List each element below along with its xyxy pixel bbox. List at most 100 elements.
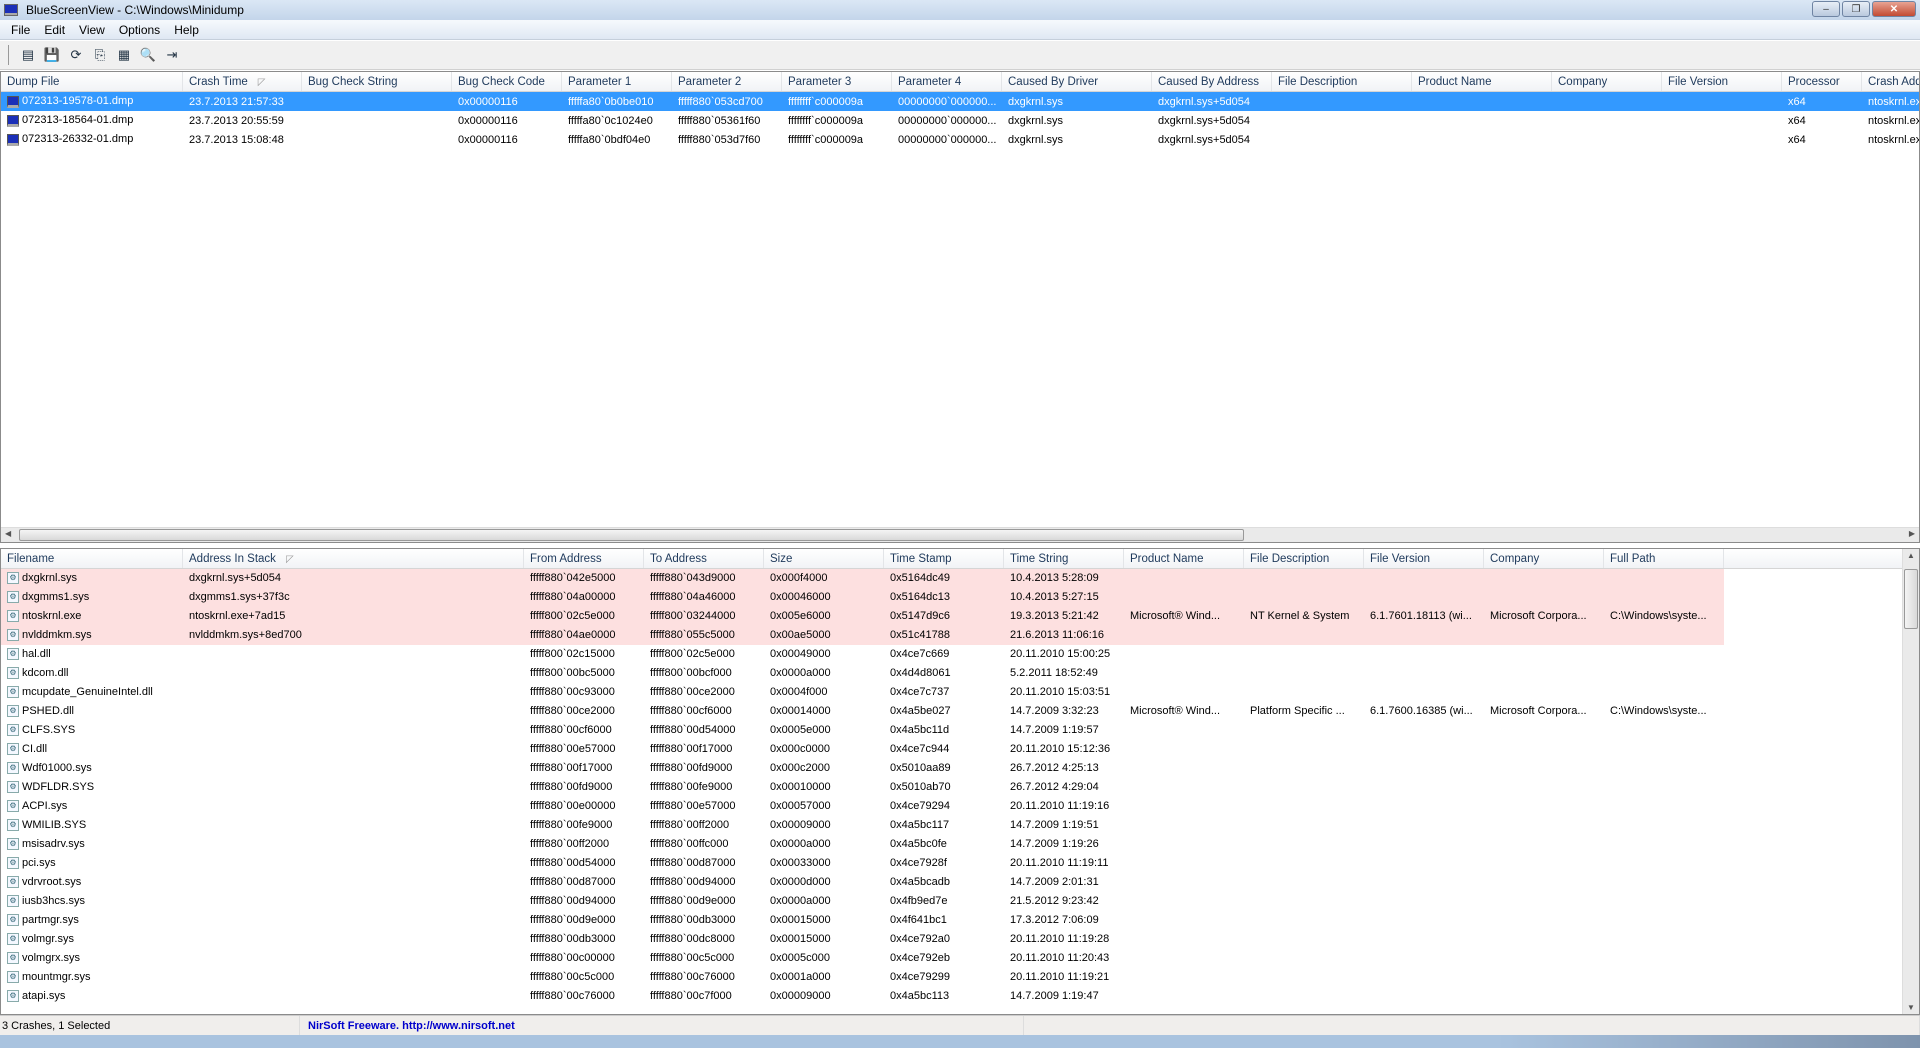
cell [1364, 626, 1484, 645]
crash-row[interactable]: 072313-26332-01.dmp 23.7.2013 15:08:48 0x0… [1, 130, 1919, 149]
html-report-icon[interactable]: ▦ [115, 46, 133, 64]
column-header-parameter-1[interactable]: Parameter 1 [562, 72, 672, 91]
cell: fffff880`053cd700 [672, 96, 782, 108]
scroll-left-icon[interactable]: ◀ [5, 529, 11, 538]
column-header-parameter-3[interactable]: Parameter 3 [782, 72, 892, 91]
module-row[interactable]: ⚙ msisadrv.sys fffff880`00ff2000 fffff880`0… [1, 835, 1919, 854]
menu-edit[interactable]: Edit [37, 23, 72, 37]
column-header-product-name[interactable]: Product Name [1124, 549, 1244, 568]
cell [1364, 645, 1484, 664]
crash-row[interactable]: 072313-19578-01.dmp 23.7.2013 21:57:33 0x0… [1, 92, 1919, 111]
cell-text: 14.7.2009 1:19:47 [1010, 990, 1099, 1002]
module-row[interactable]: ⚙ volmgrx.sys fffff880`00c00000 fffff880`00… [1, 949, 1919, 968]
close-button[interactable]: ✕ [1872, 1, 1916, 17]
horizontal-scrollbar[interactable]: ◀ ▶ [1, 527, 1919, 542]
column-header-to-address[interactable]: To Address [644, 549, 764, 568]
module-row[interactable]: ⚙ vdrvroot.sys fffff880`00d87000 fffff880`0… [1, 873, 1919, 892]
cell-text: fffff800`02c5e000 [530, 610, 615, 622]
module-row[interactable]: ⚙ mcupdate_GenuineIntel.dll fffff880`00c93… [1, 683, 1919, 702]
column-header-company[interactable]: Company [1484, 549, 1604, 568]
minimize-button[interactable]: – [1812, 1, 1840, 17]
crash-row[interactable]: 072313-18564-01.dmp 23.7.2013 20:55:59 0x0… [1, 111, 1919, 130]
module-row[interactable]: ⚙ PSHED.dll fffff880`00ce2000 fffff880`00cf… [1, 702, 1919, 721]
column-header-label: Bug Check Code [458, 76, 545, 88]
find-icon[interactable]: 🔍 [139, 46, 157, 64]
menu-help[interactable]: Help [167, 23, 206, 37]
module-row[interactable]: ⚙ dxgkrnl.sys dxgkrnl.sys+5d054 fffff880`04… [1, 569, 1919, 588]
column-header-file-version[interactable]: File Version [1662, 72, 1782, 91]
cell [183, 968, 524, 987]
cell [1484, 835, 1604, 854]
column-header-crash-address[interactable]: Crash Address [1862, 72, 1919, 91]
scrollbar-thumb[interactable] [19, 529, 1244, 541]
column-header-size[interactable]: Size [764, 549, 884, 568]
module-row[interactable]: ⚙ ACPI.sys fffff880`00e00000 fffff880`00e57… [1, 797, 1919, 816]
module-row[interactable]: ⚙ mountmgr.sys fffff880`00c5c000 fffff880`0… [1, 968, 1919, 987]
menu-file[interactable]: File [4, 23, 37, 37]
column-header-bug-check-string[interactable]: Bug Check String [302, 72, 452, 91]
module-row[interactable]: ⚙ iusb3hcs.sys fffff880`00d94000 fffff880`0… [1, 892, 1919, 911]
column-header-company[interactable]: Company [1552, 72, 1662, 91]
crash-list[interactable]: Dump File Crash Time ◸ Bug Check String Bug … [0, 71, 1920, 543]
module-row[interactable]: ⚙ WDFLDR.SYS fffff880`00fd9000 fffff880`00f… [1, 778, 1919, 797]
module-row[interactable]: ⚙ kdcom.dll fffff800`00bc5000 fffff800`00bc… [1, 664, 1919, 683]
cell [183, 683, 524, 702]
scroll-up-icon[interactable]: ▲ [1907, 551, 1915, 560]
cell [1604, 664, 1724, 683]
exit-icon[interactable]: ⇥ [163, 46, 181, 64]
file-icon: ⚙ [7, 819, 19, 832]
menu-options[interactable]: Options [112, 23, 167, 37]
save-icon[interactable]: 💾 [43, 46, 61, 64]
column-header-crash-time[interactable]: Crash Time ◸ [183, 72, 302, 91]
column-header-product-name[interactable]: Product Name [1412, 72, 1552, 91]
module-row[interactable]: ⚙ Wdf01000.sys fffff880`00f17000 fffff880`0… [1, 759, 1919, 778]
column-header-file-version[interactable]: File Version [1364, 549, 1484, 568]
nirsoft-link[interactable]: NirSoft Freeware. http://www.nirsoft.net [300, 1016, 1024, 1035]
maximize-button[interactable]: ❐ [1842, 1, 1870, 17]
cell-text: dxgmms1.sys+37f3c [189, 591, 290, 603]
cell [1484, 930, 1604, 949]
properties-icon[interactable]: ▤ [19, 46, 37, 64]
module-row[interactable]: ⚙ CLFS.SYS fffff880`00cf6000 fffff880`00d54… [1, 721, 1919, 740]
module-row[interactable]: ⚙ CI.dll fffff880`00e57000 fffff880`00f1700… [1, 740, 1919, 759]
column-header-time-string[interactable]: Time String [1004, 549, 1124, 568]
cell-text: 0x5147d9c6 [890, 610, 950, 622]
cell: 0x4ce7c737 [884, 683, 1004, 702]
column-header-address-in-stack[interactable]: Address In Stack ◸ [183, 549, 524, 568]
module-row[interactable]: ⚙ dxgmms1.sys dxgmms1.sys+37f3c fffff880`04… [1, 588, 1919, 607]
module-row[interactable]: ⚙ partmgr.sys fffff880`00d9e000 fffff880`00… [1, 911, 1919, 930]
column-header-dump-file[interactable]: Dump File [1, 72, 183, 91]
column-header-filename[interactable]: Filename [1, 549, 183, 568]
column-header-file-description[interactable]: File Description [1244, 549, 1364, 568]
refresh-icon[interactable]: ⟳ [67, 46, 85, 64]
column-header-full-path[interactable]: Full Path [1604, 549, 1724, 568]
copy-icon[interactable]: ⎘ [91, 46, 109, 64]
cell-text: fffff880`00fe9000 [650, 781, 733, 793]
cell [1484, 759, 1604, 778]
module-row[interactable]: ⚙ pci.sys fffff880`00d54000 fffff880`00d870… [1, 854, 1919, 873]
column-header-bug-check-code[interactable]: Bug Check Code [452, 72, 562, 91]
vertical-scrollbar[interactable]: ▲ ▼ [1902, 549, 1919, 1014]
cell-text: atapi.sys [22, 990, 66, 1002]
module-list[interactable]: Filename Address In Stack ◸ From Address To … [0, 548, 1920, 1015]
scrollbar-thumb[interactable] [1904, 569, 1918, 629]
module-row[interactable]: ⚙ atapi.sys fffff880`00c76000 fffff880`00c7… [1, 987, 1919, 1006]
scroll-right-icon[interactable]: ▶ [1909, 529, 1915, 538]
column-header-processor[interactable]: Processor [1782, 72, 1862, 91]
module-row[interactable]: ⚙ hal.dll fffff800`02c15000 fffff800`02c5e0… [1, 645, 1919, 664]
cell [1604, 949, 1724, 968]
column-header-caused-by-address[interactable]: Caused By Address [1152, 72, 1272, 91]
column-header-file-description[interactable]: File Description [1272, 72, 1412, 91]
module-row[interactable]: ⚙ ntoskrnl.exe ntoskrnl.exe+7ad15 fffff800`… [1, 607, 1919, 626]
column-header-label: Parameter 3 [788, 76, 852, 88]
column-header-from-address[interactable]: From Address [524, 549, 644, 568]
module-row[interactable]: ⚙ WMILIB.SYS fffff880`00fe9000 fffff880`00f… [1, 816, 1919, 835]
column-header-parameter-2[interactable]: Parameter 2 [672, 72, 782, 91]
scroll-down-icon[interactable]: ▼ [1907, 1003, 1915, 1012]
module-row[interactable]: ⚙ volmgr.sys fffff880`00db3000 fffff880`00d… [1, 930, 1919, 949]
column-header-caused-by-driver[interactable]: Caused By Driver [1002, 72, 1152, 91]
column-header-parameter-4[interactable]: Parameter 4 [892, 72, 1002, 91]
module-row[interactable]: ⚙ nvlddmkm.sys nvlddmkm.sys+8ed700 fffff880… [1, 626, 1919, 645]
column-header-time-stamp[interactable]: Time Stamp [884, 549, 1004, 568]
menu-view[interactable]: View [72, 23, 112, 37]
